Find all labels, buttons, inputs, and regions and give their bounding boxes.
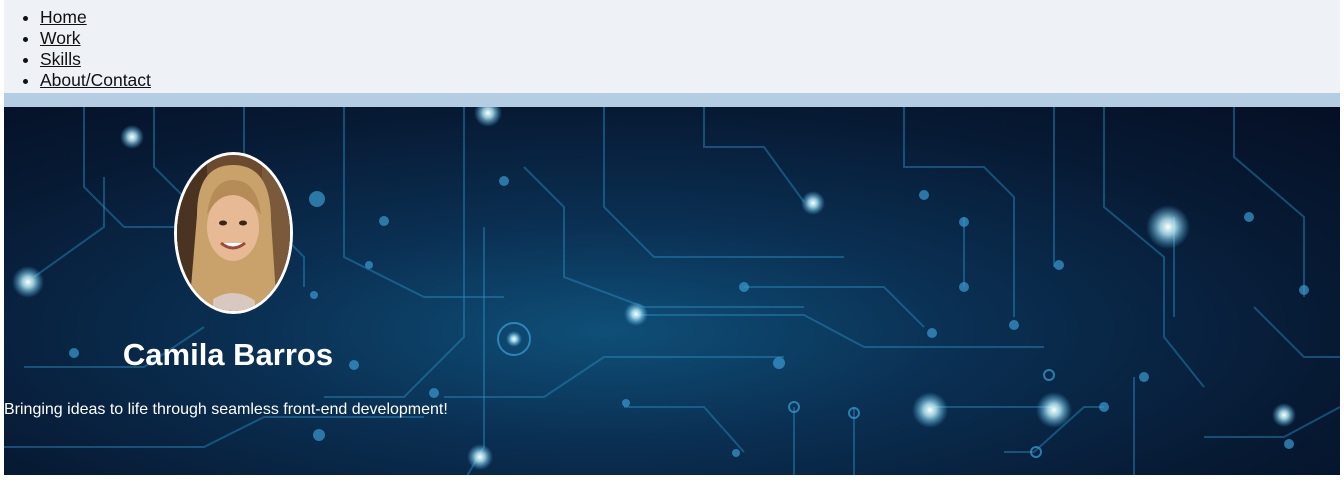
nav-item-about-contact: About/Contact xyxy=(40,70,1340,91)
profile-avatar xyxy=(174,152,293,314)
hero-section: Camila Barros Bringing ideas to life thr… xyxy=(4,107,1340,481)
hero-bottom-edge xyxy=(4,475,1340,481)
nav-list: Home Work Skills About/Contact xyxy=(4,7,1340,91)
hero-name: Camila Barros xyxy=(122,337,334,372)
page: Home Work Skills About/Contact xyxy=(0,0,1344,487)
top-nav: Home Work Skills About/Contact xyxy=(4,0,1340,93)
nav-item-home: Home xyxy=(40,7,1340,28)
nav-item-work: Work xyxy=(40,28,1340,49)
nav-link-about-contact[interactable]: About/Contact xyxy=(40,70,151,90)
nav-link-home[interactable]: Home xyxy=(40,7,87,27)
nav-link-skills[interactable]: Skills xyxy=(40,49,81,69)
nav-divider xyxy=(4,93,1340,107)
profile-photo-icon xyxy=(177,155,290,311)
nav-link-work[interactable]: Work xyxy=(40,28,81,48)
hero-tagline: Bringing ideas to life through seamless … xyxy=(4,401,448,418)
nav-item-skills: Skills xyxy=(40,49,1340,70)
